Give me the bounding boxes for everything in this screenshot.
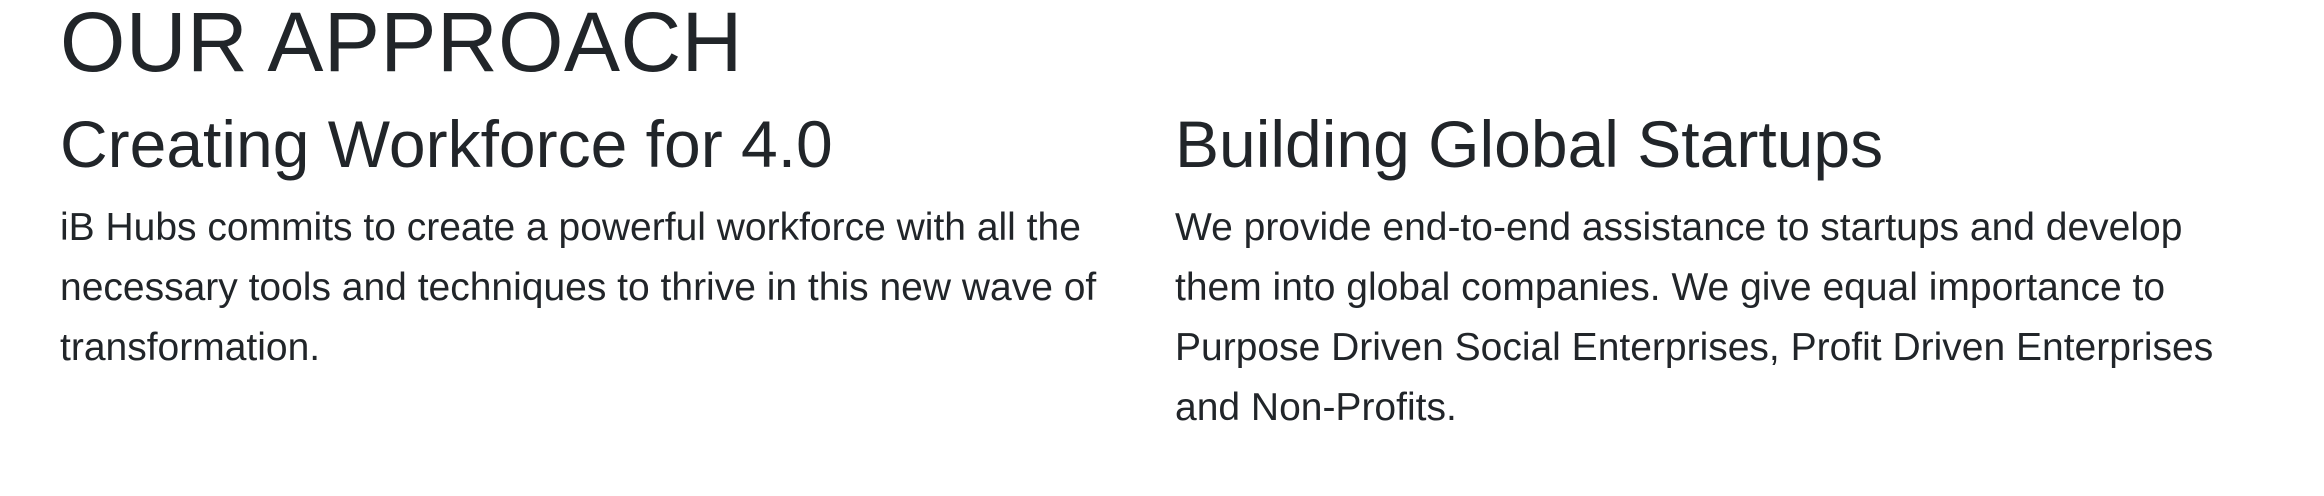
startups-description-line: and Non-Profits. [1175, 386, 1457, 429]
startups-heading: Building Global Startups [1175, 107, 1884, 181]
our-approach-section: OUR APPROACH Creating Workforce for 4.0 … [0, 0, 2324, 496]
workforce-description-line: transformation. [60, 326, 321, 369]
startups-description-line: We provide end-to-end assistance to star… [1175, 206, 2183, 249]
workforce-heading: Creating Workforce for 4.0 [60, 107, 833, 181]
startups-description-line: them into global companies. We give equa… [1175, 266, 2166, 309]
section-title: OUR APPROACH [60, 0, 743, 89]
startups-description-line: Purpose Driven Social Enterprises, Profi… [1175, 326, 2214, 369]
workforce-column: Creating Workforce for 4.0 iB Hubs commi… [60, 104, 1150, 378]
workforce-description-line: iB Hubs commits to create a powerful wor… [60, 206, 1081, 249]
startups-column: Building Global Startups We provide end-… [1175, 104, 2265, 438]
startups-description: We provide end-to-end assistance to star… [1175, 198, 2265, 438]
workforce-description: iB Hubs commits to create a powerful wor… [60, 198, 1150, 378]
workforce-description-line: necessary tools and techniques to thrive… [60, 266, 1097, 309]
